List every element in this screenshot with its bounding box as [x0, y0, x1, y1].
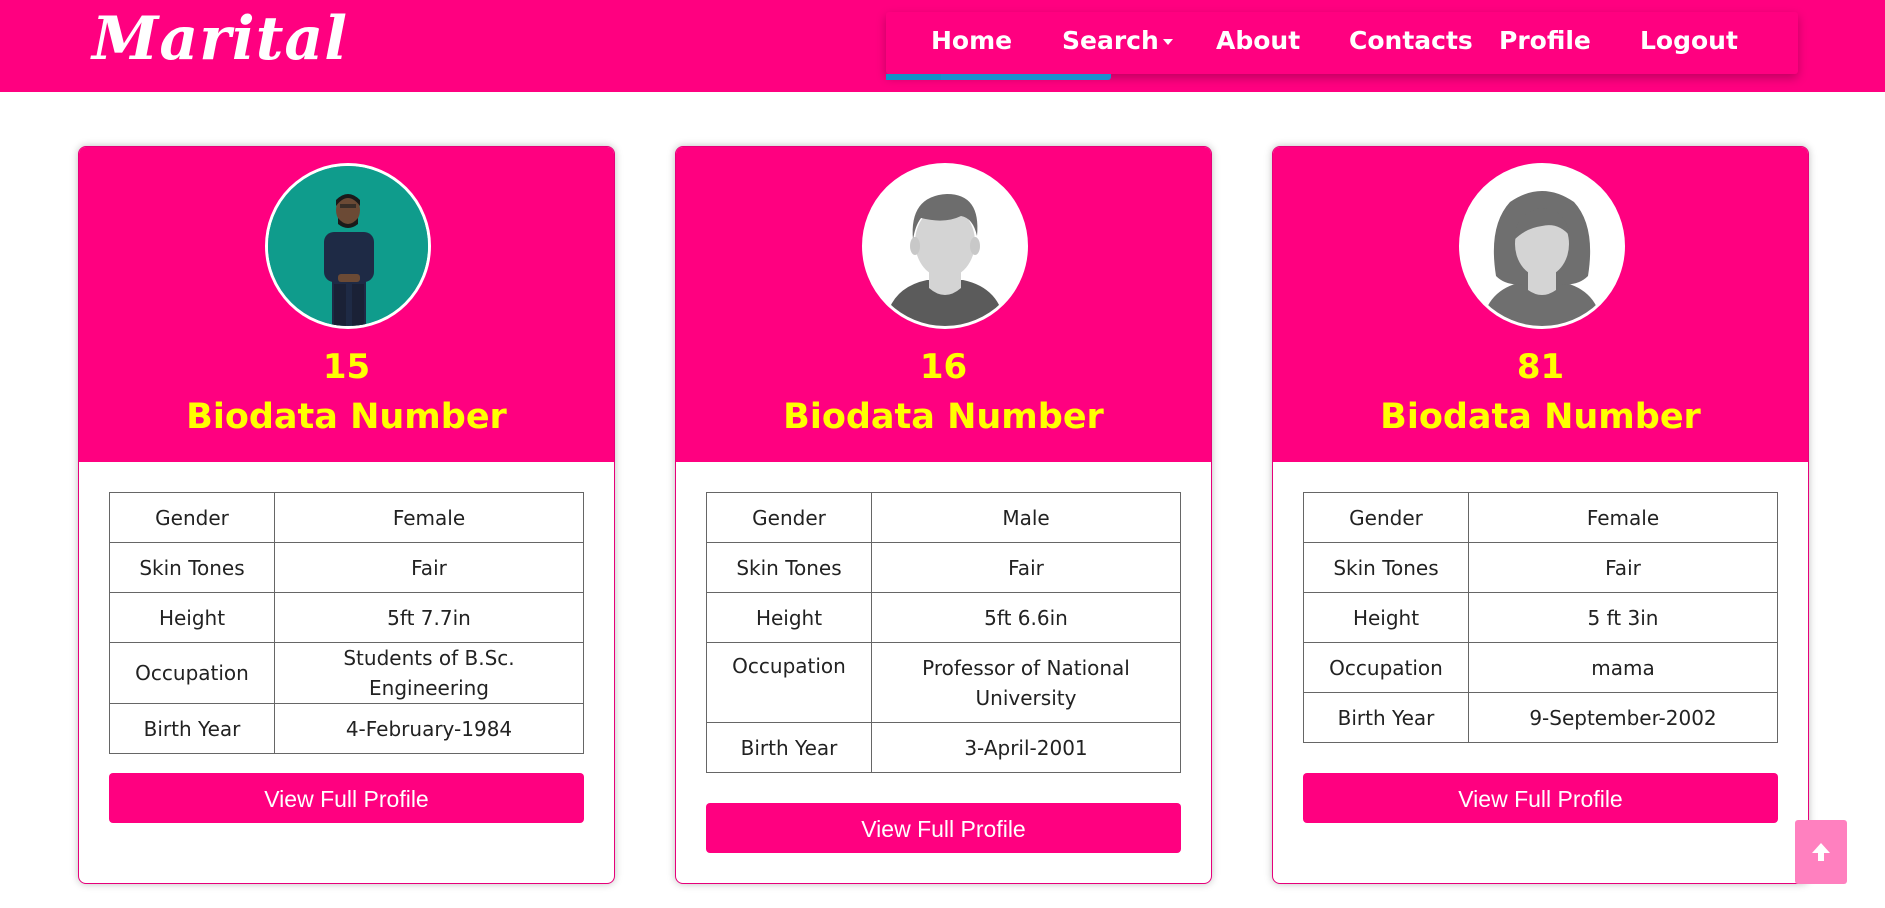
biodata-table: Gender Male Skin Tones Fair Height 5ft 6.6i…: [706, 492, 1181, 773]
table-row: Gender Female: [1303, 492, 1778, 543]
row-key: Height: [1303, 592, 1469, 643]
table-row: Birth Year 4-February-1984: [109, 703, 584, 754]
card-header: 81 Biodata Number: [1273, 147, 1808, 462]
biodata-number: 15: [322, 347, 371, 387]
table-row: Birth Year 3-April-2001: [706, 722, 1181, 773]
row-key: Birth Year: [706, 722, 872, 773]
row-value: Male: [871, 492, 1181, 543]
row-value: Students of B.Sc. Engineering: [274, 642, 584, 704]
chevron-down-icon: [1162, 39, 1173, 45]
row-key: Gender: [1303, 492, 1469, 543]
table-row: Skin Tones Fair: [706, 542, 1181, 593]
nav-home[interactable]: Home: [931, 26, 1012, 55]
biodata-table: Gender Female Skin Tones Fair Height 5 ft 3…: [1303, 492, 1778, 743]
arrow-up-icon: [1812, 843, 1830, 861]
row-key: Skin Tones: [706, 542, 872, 593]
row-value: 3-April-2001: [871, 722, 1181, 773]
row-key: Occupation: [109, 642, 275, 704]
view-full-profile-button[interactable]: View Full Profile: [706, 803, 1181, 853]
biodata-title: Biodata Number: [186, 397, 507, 437]
row-key: Gender: [109, 492, 275, 543]
nav-about[interactable]: About: [1216, 26, 1300, 55]
nav-profile[interactable]: Profile: [1499, 26, 1591, 55]
nav-contacts[interactable]: Contacts: [1349, 26, 1473, 55]
row-value: 9-September-2002: [1468, 692, 1778, 743]
nav-active-indicator: [886, 74, 941, 80]
male-avatar-icon: [862, 163, 1028, 329]
table-row: Birth Year 9-September-2002: [1303, 692, 1778, 743]
row-key: Occupation: [1303, 642, 1469, 693]
table-row: Occupation Students of B.Sc. Engineering: [109, 642, 584, 704]
nav-search[interactable]: Search: [1062, 26, 1173, 55]
biodata-table: Gender Female Skin Tones Fair Height 5ft 7.…: [109, 492, 584, 754]
row-key: Skin Tones: [109, 542, 275, 593]
nav-logout[interactable]: Logout: [1640, 26, 1738, 55]
row-value: 5 ft 3in: [1468, 592, 1778, 643]
row-value: Fair: [1468, 542, 1778, 593]
biodata-card: 16 Biodata Number Gender Male Skin Tones F…: [675, 146, 1212, 884]
female-avatar-icon: [1459, 163, 1625, 329]
row-value: 5ft 6.6in: [871, 592, 1181, 643]
row-value: Fair: [871, 542, 1181, 593]
nav-active-indicator-extension: [941, 74, 1111, 80]
row-key: Occupation: [706, 642, 872, 723]
table-row: Skin Tones Fair: [1303, 542, 1778, 593]
row-value: Fair: [274, 542, 584, 593]
table-row: Occupation mama: [1303, 642, 1778, 693]
row-key: Skin Tones: [1303, 542, 1469, 593]
row-key: Birth Year: [1303, 692, 1469, 743]
table-row: Height 5ft 7.7in: [109, 592, 584, 643]
biodata-card: 81 Biodata Number Gender Female Skin Tone…: [1272, 146, 1809, 884]
row-value: 5ft 7.7in: [274, 592, 584, 643]
row-value: 4-February-1984: [274, 703, 584, 754]
table-row: Gender Male: [706, 492, 1181, 543]
site-logo[interactable]: Marital: [92, 4, 348, 74]
card-header: 15 Biodata Number: [79, 147, 614, 462]
row-value: mama: [1468, 642, 1778, 693]
row-value: Professor of National University: [871, 642, 1181, 723]
table-row: Occupation Professor of National Universi…: [706, 642, 1181, 723]
view-full-profile-button[interactable]: View Full Profile: [109, 773, 584, 823]
row-key: Height: [706, 592, 872, 643]
card-header: 16 Biodata Number: [676, 147, 1211, 462]
row-value: Female: [274, 492, 584, 543]
row-key: Gender: [706, 492, 872, 543]
biodata-card: 15 Biodata Number Gender Female Skin Tone…: [78, 146, 615, 884]
biodata-title: Biodata Number: [1380, 397, 1701, 437]
table-row: Height 5ft 6.6in: [706, 592, 1181, 643]
biodata-title: Biodata Number: [783, 397, 1104, 437]
biodata-number: 16: [919, 347, 968, 387]
photo-avatar: [265, 163, 431, 329]
table-row: Gender Female: [109, 492, 584, 543]
biodata-number: 81: [1516, 347, 1565, 387]
row-key: Birth Year: [109, 703, 275, 754]
nav-menu: Home Search About Contacts Profile Logou…: [886, 12, 1798, 74]
view-full-profile-button[interactable]: View Full Profile: [1303, 773, 1778, 823]
scroll-to-top-button[interactable]: [1795, 820, 1847, 884]
table-row: Skin Tones Fair: [109, 542, 584, 593]
nav-search-label: Search: [1062, 26, 1159, 55]
row-key: Height: [109, 592, 275, 643]
table-row: Height 5 ft 3in: [1303, 592, 1778, 643]
row-value: Female: [1468, 492, 1778, 543]
